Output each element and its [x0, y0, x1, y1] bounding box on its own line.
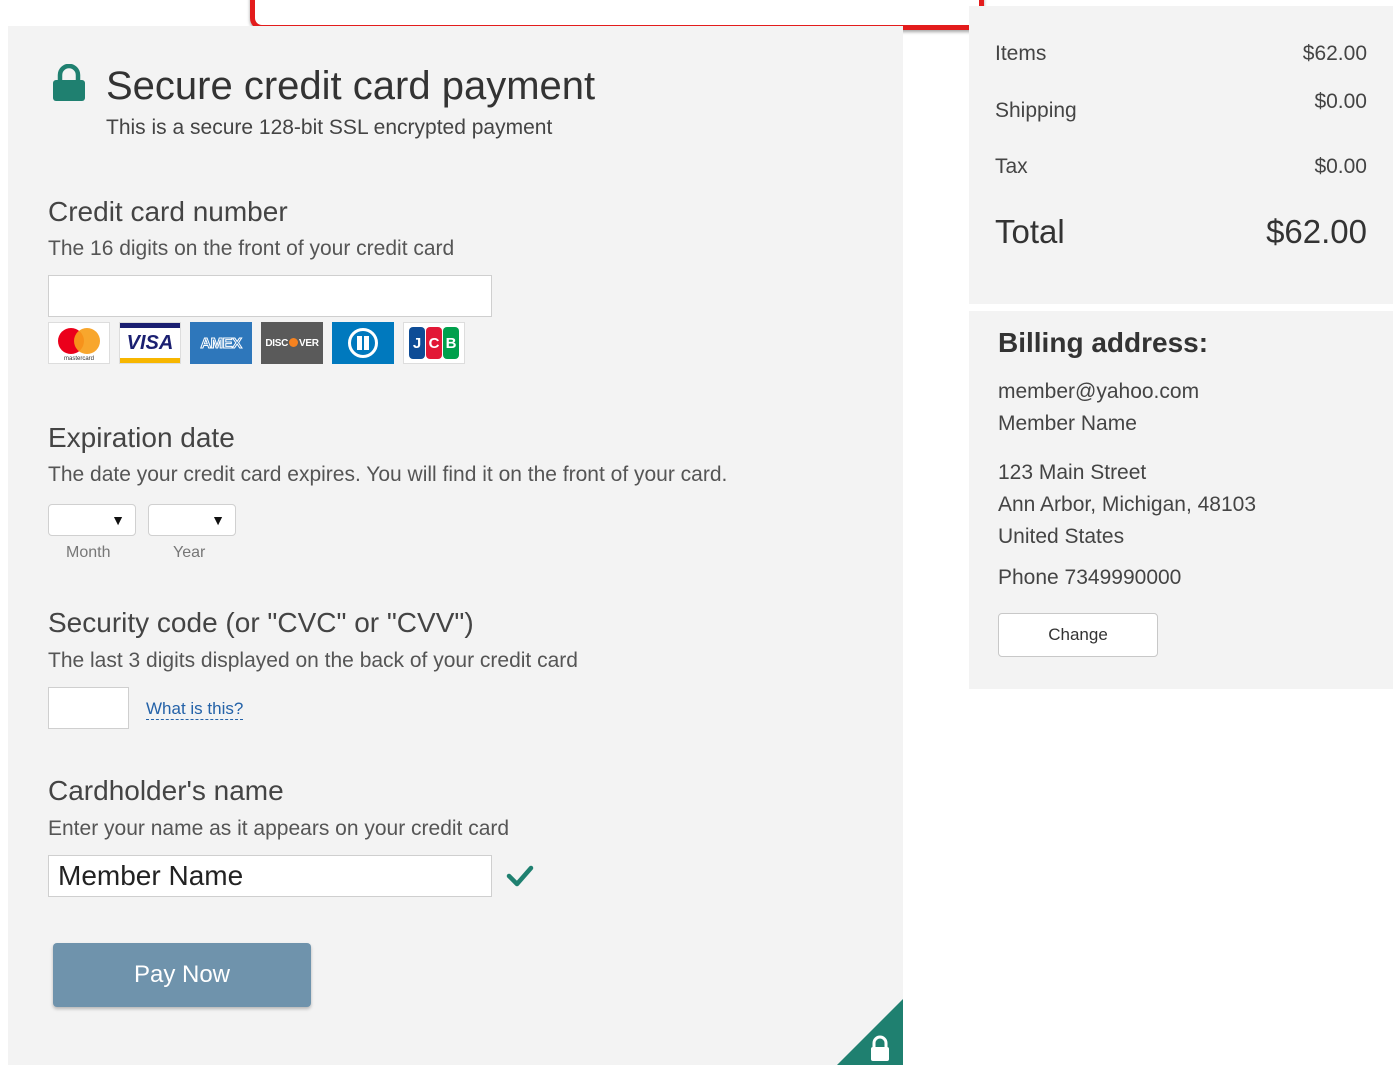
- cardholder-name-input[interactable]: [48, 855, 492, 897]
- shipping-label: Shipping: [995, 99, 1077, 122]
- chevron-down-icon: ▼: [111, 512, 125, 528]
- expiration-title: Expiration date: [48, 422, 235, 453]
- security-code-description: The last 3 digits displayed on the back …: [48, 649, 578, 672]
- items-label: Items: [995, 42, 1047, 65]
- checkmark-icon: [506, 865, 534, 887]
- billing-street: 123 Main Street: [998, 461, 1147, 484]
- visa-logo: VISA: [119, 322, 181, 364]
- tax-label: Tax: [995, 155, 1028, 178]
- amex-logo-text: AMEX: [200, 334, 243, 352]
- card-logos: mastercard VISA AMEX DISC VER J C B: [48, 322, 465, 364]
- payment-form-panel: Secure credit card payment This is a sec…: [8, 26, 903, 1065]
- secure-lock-badge-icon: [837, 999, 903, 1065]
- cardholder-title: Cardholder's name: [48, 775, 284, 806]
- jcb-logo: J C B: [403, 322, 465, 364]
- visa-logo-text: VISA: [126, 331, 174, 354]
- card-number-title: Credit card number: [48, 196, 288, 227]
- billing-city: Ann Arbor, Michigan, 48103: [998, 493, 1257, 516]
- month-select[interactable]: ▼: [48, 504, 136, 536]
- expiration-description: The date your credit card expires. You w…: [48, 463, 728, 486]
- discover-logo: DISC VER: [261, 322, 323, 364]
- card-number-description: The 16 digits on the front of your credi…: [48, 237, 455, 260]
- cardholder-description: Enter your name as it appears on your cr…: [48, 817, 510, 840]
- billing-country: United States: [998, 525, 1125, 548]
- jcb-logo-letter-c: C: [426, 327, 442, 359]
- page-title: Secure credit card payment: [106, 64, 596, 108]
- jcb-logo-letter-j: J: [409, 327, 425, 359]
- jcb-logo-letter-b: B: [443, 327, 459, 359]
- diners-club-logo: [332, 322, 394, 364]
- month-label: Month: [66, 544, 111, 561]
- discover-logo-text-a: DISC: [265, 337, 289, 349]
- total-value: $62.00: [1266, 213, 1367, 250]
- billing-address-panel: Billing address: member@yahoo.com Member…: [969, 311, 1393, 689]
- what-is-this-link[interactable]: What is this?: [146, 699, 244, 720]
- page-subtitle: This is a secure 128-bit SSL encrypted p…: [106, 116, 553, 139]
- order-summary-panel: Items $62.00 Shipping $0.00 Tax $0.00 To…: [969, 6, 1393, 304]
- mastercard-logo-text: mastercard: [63, 356, 94, 362]
- shipping-value: $0.00: [1314, 90, 1367, 113]
- security-code-title: Security code (or "CVC" or "CVV"): [48, 607, 474, 638]
- billing-name: Member Name: [998, 412, 1137, 435]
- billing-email: member@yahoo.com: [998, 380, 1200, 403]
- year-select[interactable]: ▼: [148, 504, 236, 536]
- mastercard-logo: mastercard: [48, 322, 110, 364]
- billing-phone: Phone 7349990000: [998, 566, 1182, 589]
- amex-logo: AMEX: [190, 322, 252, 364]
- discover-logo-text-b: VER: [299, 337, 319, 349]
- change-address-button[interactable]: Change: [998, 613, 1158, 657]
- billing-title: Billing address:: [998, 327, 1209, 358]
- tax-value: $0.00: [1314, 155, 1367, 178]
- chevron-down-icon: ▼: [211, 512, 225, 528]
- year-label: Year: [173, 544, 206, 561]
- total-label: Total: [995, 213, 1065, 250]
- card-number-input[interactable]: [48, 275, 492, 317]
- items-value: $62.00: [1302, 42, 1367, 65]
- pay-now-button[interactable]: Pay Now: [53, 943, 311, 1007]
- security-code-input[interactable]: [48, 687, 129, 729]
- lock-icon: [53, 64, 85, 101]
